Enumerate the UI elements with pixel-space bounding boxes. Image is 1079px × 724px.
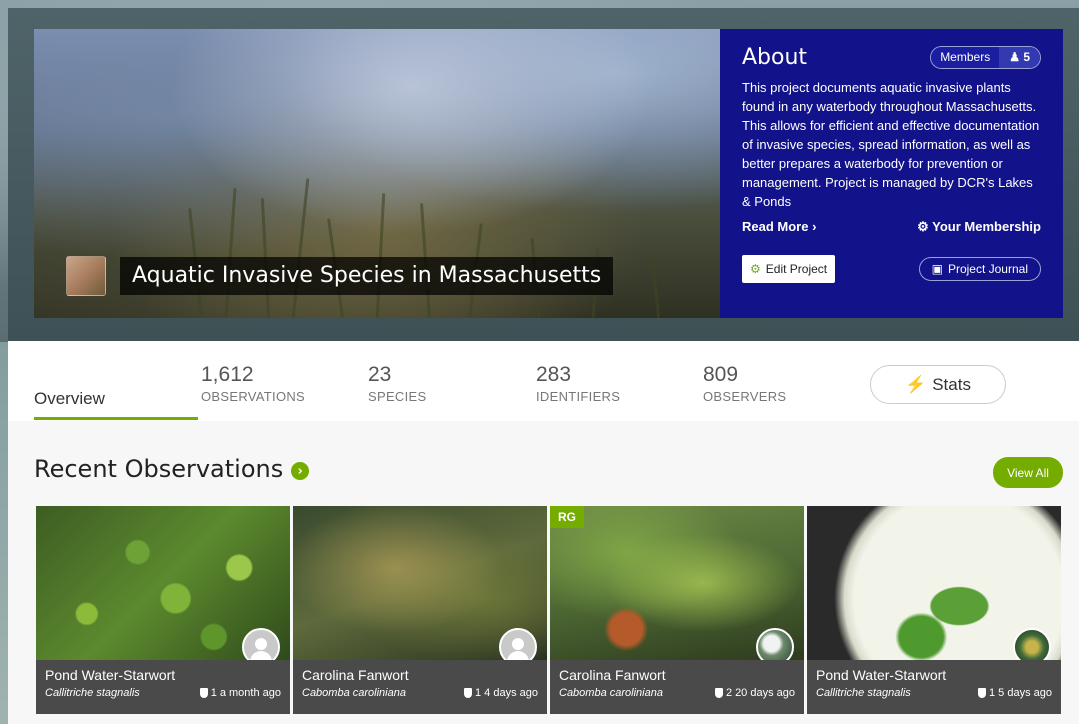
id-count: 1 [989, 687, 996, 699]
identification-icon [199, 688, 208, 698]
observed-time: 5 days ago [998, 687, 1052, 699]
tab-overview[interactable]: Overview [34, 389, 105, 409]
recent-observations-section: Recent Observations › View All Pond Wate… [8, 421, 1079, 724]
common-name[interactable]: Carolina Fanwort [559, 667, 795, 683]
view-all-button[interactable]: View All [993, 457, 1063, 488]
project-icon[interactable] [66, 256, 106, 296]
observation-meta: 1 5 days ago [978, 687, 1052, 699]
stats-button[interactable]: ⚡ Stats [870, 365, 1006, 404]
id-count: 2 [725, 687, 733, 699]
about-panel: About Members ♟ 5 This project documents… [720, 29, 1063, 318]
stat-observations[interactable]: 1,612 OBSERVATIONS [201, 363, 305, 404]
user-icon: ♟ [1009, 50, 1020, 64]
about-description: This project documents aquatic invasive … [742, 80, 1040, 209]
arrow-right-circle-icon[interactable]: › [291, 462, 310, 480]
chevron-right-icon: › [812, 219, 817, 234]
identification-icon [464, 688, 473, 698]
your-membership-link[interactable]: ⚙ Your Membership [917, 219, 1041, 235]
journal-icon: ▣ [931, 262, 943, 276]
members-count: ♟ 5 [999, 47, 1040, 68]
members-label: Members [931, 47, 1000, 68]
observation-info: Carolina Fanwort Cabomba caroliniana 2 2… [550, 660, 804, 714]
project-journal-button[interactable]: ▣ Project Journal [918, 257, 1041, 281]
observation-info: Carolina Fanwort Cabomba caroliniana 1 4… [293, 660, 547, 714]
common-name[interactable]: Pond Water-Starwort [45, 667, 281, 683]
common-name[interactable]: Carolina Fanwort [302, 667, 538, 683]
members-button[interactable]: Members ♟ 5 [930, 46, 1041, 69]
stat-identifiers[interactable]: 283 IDENTIFIERS [536, 363, 620, 404]
stat-species[interactable]: 23 SPECIES [368, 363, 426, 404]
recent-observations-heading[interactable]: Recent Observations › [34, 455, 310, 483]
scientific-name: Callitriche stagnalis [816, 687, 911, 699]
observed-time: 4 days ago [484, 687, 538, 699]
active-tab-indicator [34, 417, 198, 420]
observation-info: Pond Water-Starwort Callitriche stagnali… [807, 660, 1061, 714]
observation-info: Pond Water-Starwort Callitriche stagnali… [36, 660, 290, 714]
edit-project-button[interactable]: ⚙ Edit Project [742, 255, 836, 283]
common-name[interactable]: Pond Water-Starwort [816, 667, 1052, 683]
observation-grid: Pond Water-Starwort Callitriche stagnali… [36, 506, 1061, 714]
project-page: Aquatic Invasive Species in Massachusett… [8, 8, 1079, 724]
scientific-name: Cabomba caroliniana [302, 687, 406, 699]
gear-icon: ⚙ [917, 219, 929, 234]
observation-meta: 2 20 days ago [714, 687, 795, 699]
gear-icon: ⚙ [750, 262, 761, 276]
observation-card[interactable]: RG Carolina Fanwort Cabomba caroliniana … [550, 506, 804, 714]
lightning-icon: ⚡ [905, 374, 927, 394]
observation-meta: 1 4 days ago [464, 687, 538, 699]
stat-observers[interactable]: 809 OBSERVERS [703, 363, 786, 404]
observation-card[interactable]: Pond Water-Starwort Callitriche stagnali… [807, 506, 1061, 714]
stats-bar: Overview 1,612 OBSERVATIONS 23 SPECIES 2… [8, 341, 1079, 421]
observation-card[interactable]: Pond Water-Starwort Callitriche stagnali… [36, 506, 290, 714]
project-title-block: Aquatic Invasive Species in Massachusett… [66, 256, 614, 296]
id-count: 1 [475, 687, 482, 699]
observed-time: 20 days ago [735, 687, 795, 699]
cover-photo: Aquatic Invasive Species in Massachusett… [34, 29, 720, 318]
observation-meta: 1 a month ago [199, 687, 281, 699]
project-title: Aquatic Invasive Species in Massachusett… [120, 257, 614, 295]
read-more-link[interactable]: Read More › [742, 219, 816, 235]
about-heading: About [742, 45, 808, 70]
scientific-name: Callitriche stagnalis [45, 687, 140, 699]
research-grade-badge: RG [550, 506, 584, 528]
observation-card[interactable]: Carolina Fanwort Cabomba caroliniana 1 4… [293, 506, 547, 714]
id-count: 1 [210, 687, 217, 699]
observed-time: a month ago [219, 687, 281, 699]
project-header: Aquatic Invasive Species in Massachusett… [8, 8, 1079, 341]
identification-icon [714, 688, 723, 698]
identification-icon [978, 688, 987, 698]
scientific-name: Cabomba caroliniana [559, 687, 663, 699]
